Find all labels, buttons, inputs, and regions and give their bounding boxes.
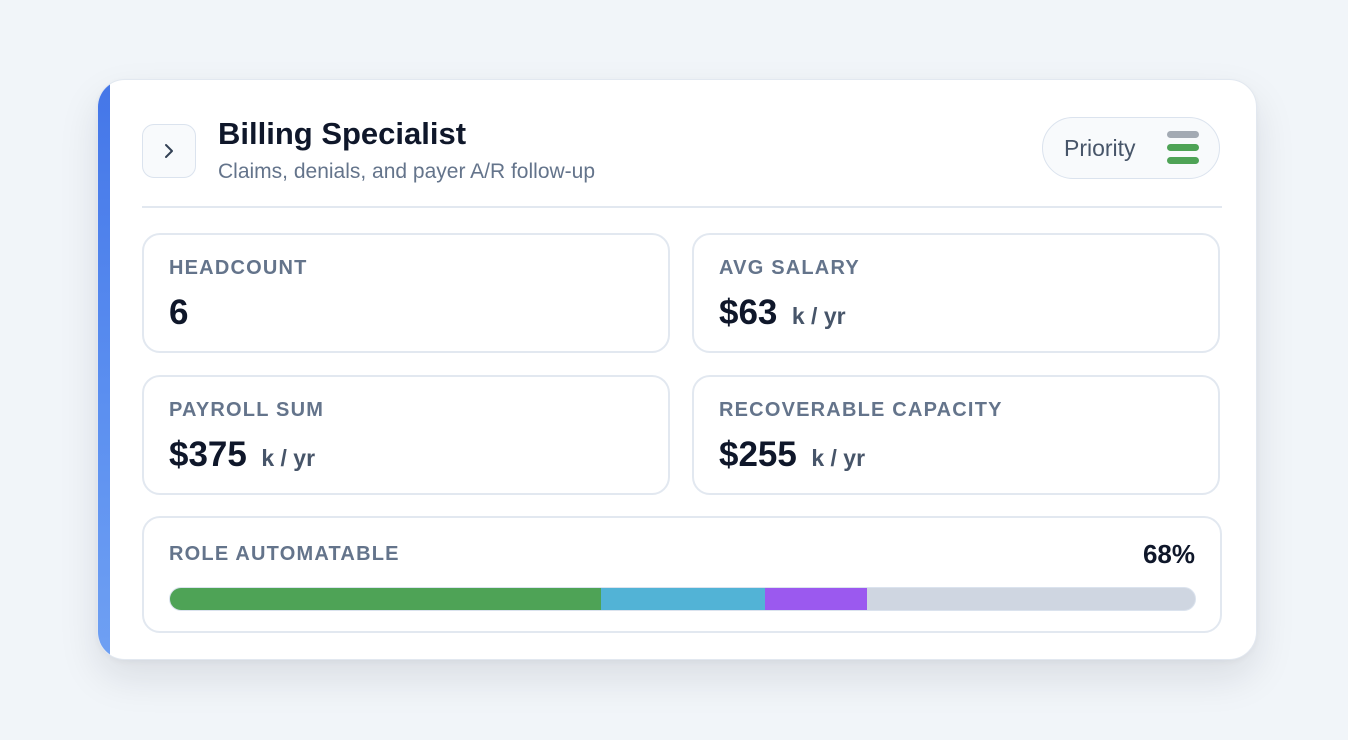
stat-number: $375 xyxy=(169,435,247,474)
stat-unit: k / yr xyxy=(261,445,316,471)
priority-bar-bottom xyxy=(1167,157,1199,164)
stat-value: 6 xyxy=(169,293,188,333)
role-card: Billing Specialist Claims, denials, and … xyxy=(97,79,1257,660)
stat-number: $255 xyxy=(719,435,797,474)
stat-recoverable-capacity: RECOVERABLE CAPACITY $255 k / yr xyxy=(692,375,1220,495)
automatable-progress-bar xyxy=(169,587,1196,611)
stat-number: 6 xyxy=(169,293,189,332)
stat-value: $255 k / yr xyxy=(719,435,865,475)
stat-label: RECOVERABLE CAPACITY xyxy=(719,399,1003,421)
automatable-percent: 68% xyxy=(1142,539,1195,569)
role-subtitle: Claims, denials, and payer A/R follow-up xyxy=(218,160,596,183)
stat-headcount: HEADCOUNT 6 xyxy=(142,233,670,353)
card-accent-bar xyxy=(98,80,110,659)
automatable-segment-1 xyxy=(170,588,601,610)
stat-label: PAYROLL SUM xyxy=(169,399,325,421)
stat-unit: k / yr xyxy=(791,303,846,329)
expand-button[interactable] xyxy=(142,124,196,178)
priority-bar-middle xyxy=(1167,144,1199,151)
stat-unit: k / yr xyxy=(811,445,866,471)
stat-number: $63 xyxy=(719,293,778,332)
stat-avg-salary: AVG SALARY $63 k / yr xyxy=(692,233,1220,353)
header-divider xyxy=(142,206,1222,208)
automatable-segment-2 xyxy=(600,588,765,610)
stat-value: $375 k / yr xyxy=(169,435,315,475)
stat-label: HEADCOUNT xyxy=(169,257,308,279)
stat-payroll-sum: PAYROLL SUM $375 k / yr xyxy=(142,375,670,495)
role-automatable-panel: ROLE AUTOMATABLE 68% xyxy=(142,516,1222,633)
stat-value: $63 k / yr xyxy=(719,293,846,333)
priority-bar-top xyxy=(1167,131,1199,138)
stat-label: AVG SALARY xyxy=(719,257,860,279)
priority-bars-icon xyxy=(1167,131,1199,164)
priority-label: Priority xyxy=(1064,134,1136,161)
automatable-label: ROLE AUTOMATABLE xyxy=(169,543,400,565)
automatable-segment-3 xyxy=(764,588,867,610)
priority-badge[interactable]: Priority xyxy=(1042,117,1220,179)
role-title: Billing Specialist xyxy=(218,116,467,151)
chevron-right-icon xyxy=(165,144,173,158)
